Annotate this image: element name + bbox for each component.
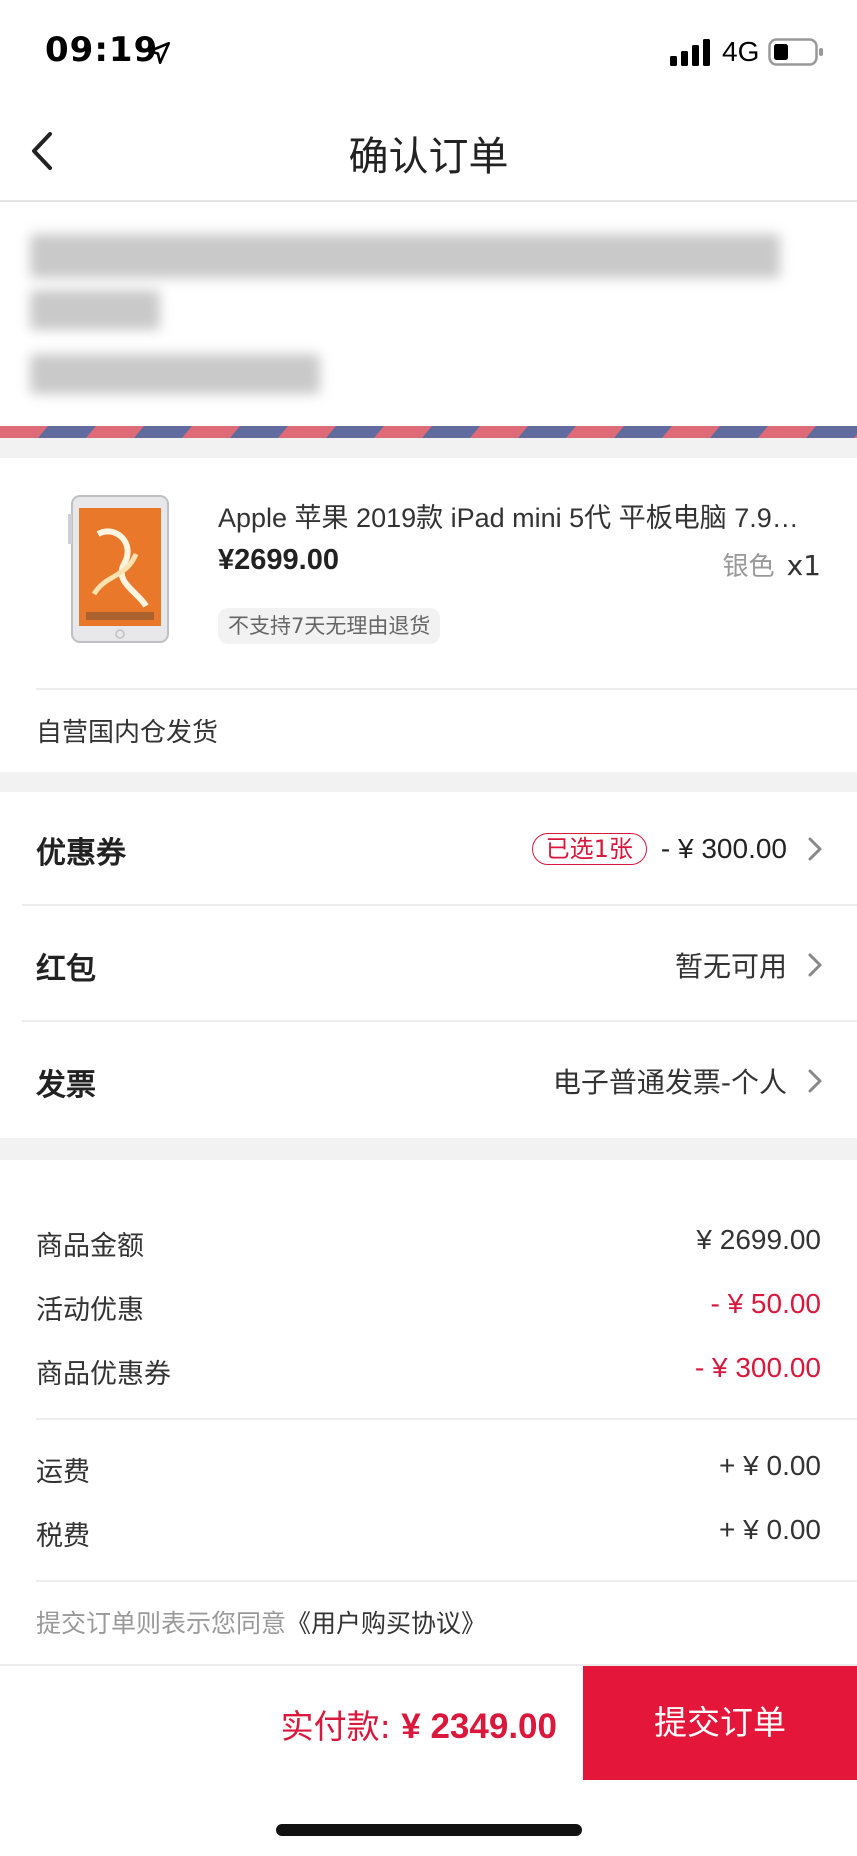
invoice-label: 发票 [36,1068,96,1103]
blurred-address-line [30,234,780,278]
summary-row-promotion: 活动优惠 - ¥ 50.00 [36,1288,821,1328]
divider [22,904,857,906]
shipping-fee-label: 运费 [36,1457,90,1488]
blurred-contact-line [30,354,320,394]
product-spec: 银色 x1 [723,546,821,583]
promotion-label: 活动优惠 [36,1295,144,1326]
chevron-right-icon [808,837,822,861]
return-policy-tag: 不支持7天无理由退货 [218,608,441,644]
status-time: 09:19 [45,30,159,70]
price-summary: 商品金额 ¥ 2699.00 活动优惠 - ¥ 50.00 商品优惠券 - ¥ … [0,1160,857,1664]
blurred-address-line [30,290,160,330]
total-payment: 实付款: ¥ 2349.00 [281,1700,557,1748]
goods-coupon-label: 商品优惠券 [36,1359,171,1390]
divider [36,1580,857,1582]
goods-coupon-value: - ¥ 300.00 [694,1352,821,1383]
section-separator [0,772,857,792]
options-card: 优惠券 已选1张 - ¥ 300.00 红包 暂无可用 发票 电子普通发票-个人 [0,792,857,1138]
tax-value: + ¥ 0.00 [719,1514,821,1545]
product-card[interactable]: Apple 苹果 2019款 iPad mini 5代 平板电脑 7.9英寸 ¥… [0,458,857,772]
total-value: ¥ 2349.00 [401,1707,557,1746]
summary-row-tax: 税费 + ¥ 0.00 [36,1514,821,1554]
invoice-row[interactable]: 发票 电子普通发票-个人 [0,1024,857,1138]
agreement-text: 提交订单则表示您同意 [36,1609,287,1638]
section-separator [0,1138,857,1160]
red-packet-value: 暂无可用 [674,950,787,983]
battery-icon [768,38,823,66]
shipping-origin: 自营国内仓发货 [36,718,219,748]
agreement-link[interactable]: 《用户购买协议》 [286,1609,486,1638]
ipad-product-image [68,495,169,643]
goods-amount-value: ¥ 2699.00 [696,1224,821,1255]
total-label: 实付款: [280,1707,391,1746]
red-packet-label: 红包 [36,952,96,987]
network-type: 4G [722,36,760,67]
product-quantity: x1 [786,549,821,582]
promotion-value: - ¥ 50.00 [710,1288,821,1319]
summary-row-goods-coupon: 商品优惠券 - ¥ 300.00 [36,1352,821,1392]
divider [36,1418,857,1420]
airmail-border [0,426,857,438]
checkout-bar: 实付款: ¥ 2349.00 提交订单 [0,1664,857,1780]
divider [22,1020,857,1022]
chevron-right-icon [808,1069,822,1093]
coupon-label: 优惠券 [36,836,126,871]
coupon-row[interactable]: 优惠券 已选1张 - ¥ 300.00 [0,792,857,906]
product-title[interactable]: Apple 苹果 2019款 iPad mini 5代 平板电脑 7.9英寸 [218,496,818,535]
coupon-selected-badge: 已选1张 [531,833,647,865]
divider [36,688,857,690]
tax-label: 税费 [36,1521,90,1552]
address-card[interactable] [0,204,857,436]
agreement-notice: 提交订单则表示您同意《用户购买协议》 [36,1604,486,1640]
home-indicator[interactable] [276,1824,582,1836]
location-arrow-icon [147,41,171,65]
status-bar: 09:19 4G [0,0,857,104]
signal-icon [670,39,710,66]
nav-bar: 确认订单 [0,104,857,202]
shipping-fee-value: + ¥ 0.00 [719,1450,821,1481]
summary-row-goods-amount: 商品金额 ¥ 2699.00 [36,1224,821,1264]
coupon-amount: - ¥ 300.00 [660,833,787,864]
goods-amount-label: 商品金额 [36,1231,144,1262]
summary-row-shipping: 运费 + ¥ 0.00 [36,1450,821,1490]
section-separator [0,438,857,458]
invoice-value: 电子普通发票-个人 [552,1066,787,1099]
chevron-right-icon [808,953,822,977]
red-packet-row[interactable]: 红包 暂无可用 [0,908,857,1022]
product-price: ¥2699.00 [218,544,339,576]
submit-order-button[interactable]: 提交订单 [583,1666,857,1780]
product-color: 银色 [722,552,775,582]
page-title: 确认订单 [348,134,509,180]
